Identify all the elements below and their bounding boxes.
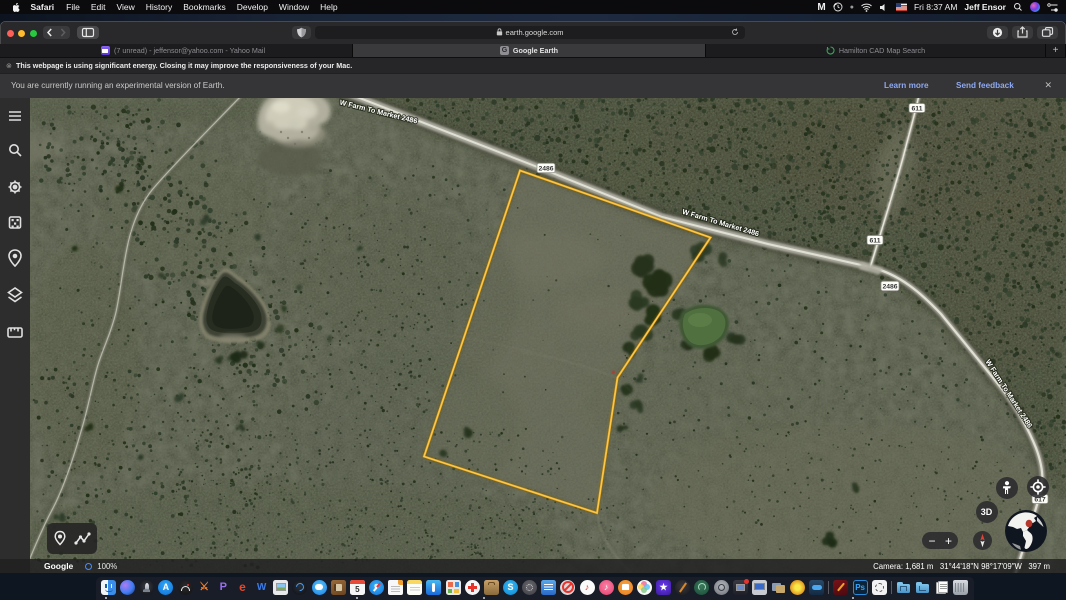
svg-text:2486: 2486 [538, 166, 553, 173]
svg-text:611: 611 [912, 106, 923, 113]
svg-text:2486: 2486 [882, 284, 897, 291]
svg-text:611: 611 [870, 238, 881, 245]
